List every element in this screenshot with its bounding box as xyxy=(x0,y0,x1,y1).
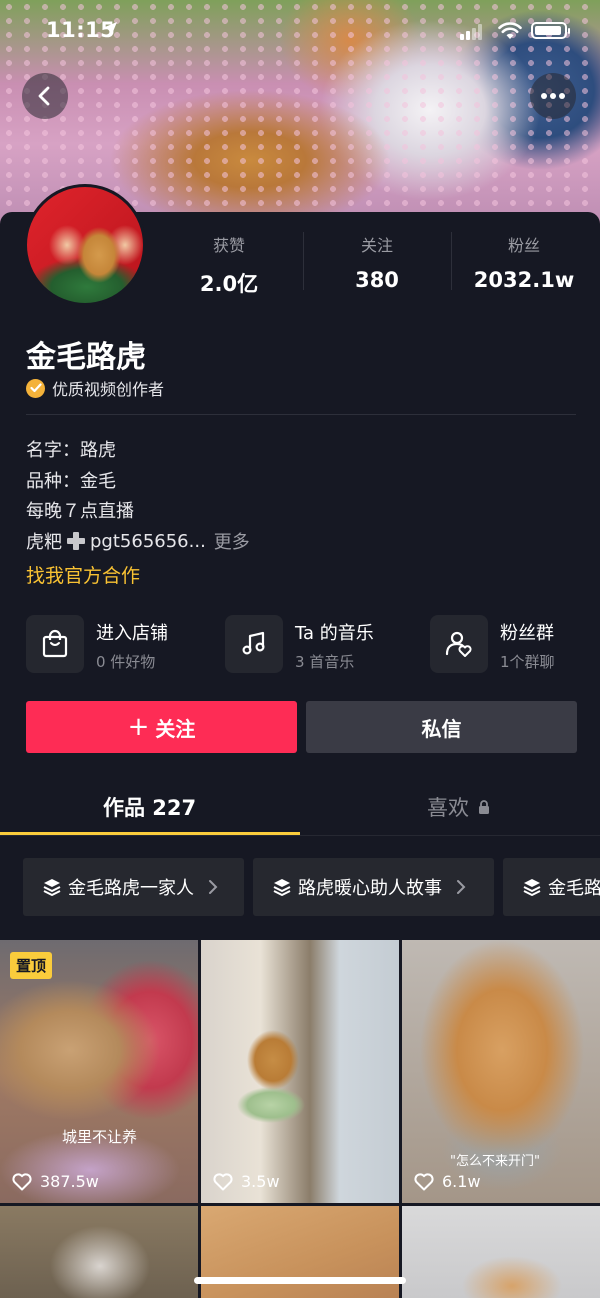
bio-line: 每晚７点直播 xyxy=(26,501,134,522)
bio-text: pgt565656... xyxy=(90,530,206,552)
stat-value: 380 xyxy=(355,268,399,292)
stat-label: 粉丝 xyxy=(507,236,540,255)
back-button[interactable] xyxy=(22,73,68,119)
home-indicator[interactable] xyxy=(194,1277,406,1284)
likes-count: 3.5w xyxy=(241,1172,280,1191)
stack-icon xyxy=(273,879,291,896)
plus-emoji-icon xyxy=(67,532,85,550)
video-thumbnail[interactable] xyxy=(201,1206,399,1298)
collection-chip[interactable]: 金毛路虎一家人 xyxy=(23,858,244,916)
video-caption: "怎么不来开门" xyxy=(450,1154,540,1169)
tab-likes-label: 喜欢 xyxy=(427,796,469,820)
verified-check-icon xyxy=(26,378,45,398)
lock-icon xyxy=(479,800,489,814)
video-likes: 387.5w xyxy=(12,1172,99,1191)
likes-count: 387.5w xyxy=(40,1172,99,1191)
tab-works[interactable]: 作品 227 xyxy=(103,792,196,822)
heart-icon xyxy=(213,1172,233,1190)
stat-followers[interactable]: 粉丝 2032.1w xyxy=(449,232,599,292)
feature-title: Ta 的音乐 xyxy=(295,623,374,644)
stack-icon xyxy=(43,879,61,896)
feature-fan-group[interactable]: 粉丝群 1个群聊 xyxy=(430,615,590,673)
video-thumbnail[interactable] xyxy=(402,1206,600,1298)
divider xyxy=(26,414,576,415)
status-bar: 11:15 xyxy=(0,18,600,48)
heart-icon xyxy=(414,1172,434,1190)
feature-subtitle: 1个群聊 xyxy=(500,653,555,671)
video-thumbnail[interactable]: 3.5w xyxy=(201,940,399,1203)
stat-label: 获赞 xyxy=(212,236,245,255)
collection-label: 路虎暖心助人故事 xyxy=(298,878,442,899)
feature-subtitle: 3 首音乐 xyxy=(295,653,355,671)
video-thumbnail[interactable] xyxy=(0,1206,198,1298)
wifi-icon xyxy=(498,22,522,39)
music-note-icon xyxy=(225,615,283,673)
divider xyxy=(0,835,600,836)
message-label: 私信 xyxy=(421,716,462,741)
verified-badge: 优质视频创作者 xyxy=(26,376,164,400)
likes-count: 6.1w xyxy=(442,1172,481,1191)
feature-shop[interactable]: 进入店铺 0 件好物 xyxy=(26,615,216,673)
battery-icon xyxy=(531,22,570,39)
bio-line: 名字：路虎 xyxy=(26,440,116,461)
video-likes: 6.1w xyxy=(414,1172,481,1191)
stat-label: 关注 xyxy=(360,236,393,255)
bio-prefix: 虎粑 xyxy=(26,532,62,553)
cooperation-link[interactable]: 找我官方合作 xyxy=(26,561,140,588)
heart-icon xyxy=(12,1172,32,1190)
location-arrow-icon xyxy=(105,22,117,34)
video-thumbnail[interactable]: "怎么不来开门" 6.1w xyxy=(402,940,600,1203)
collection-label: 金毛路 xyxy=(548,878,600,899)
feature-music[interactable]: Ta 的音乐 3 首音乐 xyxy=(225,615,415,673)
follow-label: 关注 xyxy=(155,716,196,741)
stat-value: 2.0亿 xyxy=(199,272,259,296)
cellular-signal-icon xyxy=(460,24,482,40)
more-dots-icon xyxy=(541,93,565,99)
profile-name: 金毛路虎 xyxy=(26,340,146,375)
feature-subtitle: 0 件好物 xyxy=(96,653,156,671)
bio-line: 虎粑 pgt565656... 更多 xyxy=(26,528,250,554)
chevron-right-icon xyxy=(209,880,218,894)
collection-chip[interactable]: 路虎暖心助人故事 xyxy=(253,858,494,916)
follow-button[interactable]: + 关注 xyxy=(26,701,297,753)
bio-more-link[interactable]: 更多 xyxy=(214,528,250,554)
chevron-left-icon xyxy=(38,86,50,106)
more-options-button[interactable] xyxy=(530,73,576,119)
bio-line: 品种：金毛 xyxy=(26,471,116,492)
stat-likes[interactable]: 获赞 2.0亿 xyxy=(154,232,304,298)
video-likes: 3.5w xyxy=(213,1172,280,1191)
tab-likes[interactable]: 喜欢 xyxy=(427,792,491,822)
chevron-right-icon xyxy=(457,880,466,894)
verified-label: 优质视频创作者 xyxy=(52,380,165,399)
pinned-badge: 置顶 xyxy=(10,952,53,979)
message-button[interactable]: 私信 xyxy=(306,701,577,753)
group-chat-icon xyxy=(430,615,488,673)
feature-title: 粉丝群 xyxy=(500,623,554,644)
video-thumbnail[interactable]: 置顶 城里不让养 387.5w xyxy=(0,940,198,1203)
avatar[interactable] xyxy=(24,184,146,306)
stack-icon xyxy=(523,879,541,896)
stat-following[interactable]: 关注 380 xyxy=(302,232,452,292)
stat-value: 2032.1w xyxy=(473,268,575,292)
feature-title: 进入店铺 xyxy=(96,623,168,644)
collection-chip[interactable]: 金毛路 xyxy=(503,858,600,916)
video-caption: 城里不让养 xyxy=(62,1128,138,1146)
shopping-bag-icon xyxy=(26,615,84,673)
collection-label: 金毛路虎一家人 xyxy=(68,878,194,899)
plus-icon: + xyxy=(127,712,150,742)
